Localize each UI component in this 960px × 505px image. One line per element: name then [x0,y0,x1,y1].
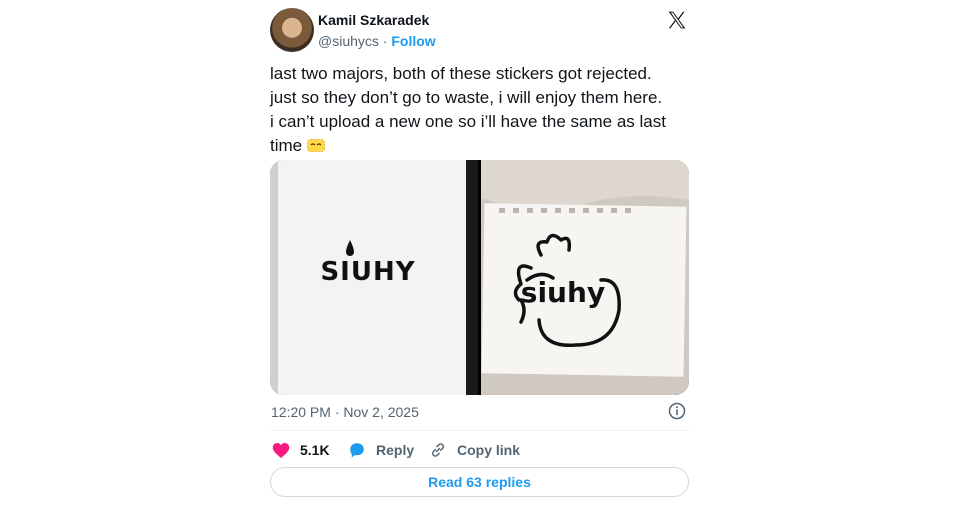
sleepy-eyes-emoji-icon [306,139,325,152]
sticker-photo-right[interactable]: siuhy [481,160,689,395]
tweet-text-line-3: i can’t upload a new one so i’ll have th… [270,112,666,131]
tweet-text-line-4-text: time [270,136,307,155]
copy-link-label: Copy link [457,442,521,458]
author-handle-line: @siuhycs · Follow [318,33,436,49]
sticker-photo-left[interactable]: SIUHY [270,160,478,395]
tweet-card: Kamil Szkaradek @siuhycs · Follow last t… [259,0,701,505]
x-logo-icon[interactable] [667,10,687,30]
follow-button[interactable]: Follow [391,33,435,49]
sticker-right-text: siuhy [521,276,605,309]
like-count: 5.1K [300,442,330,458]
reply-button[interactable]: Reply [348,441,414,459]
handle-separator: · [378,33,392,49]
reply-bubble-icon [350,443,364,458]
tweet-text: last two majors, both of these stickers … [270,62,695,158]
tweet-text-line-2: just so they don’t go to waste, i will e… [270,88,663,107]
divider [270,430,689,431]
avatar[interactable] [270,8,314,52]
link-icon [431,443,445,457]
tweet-text-line-4: time [270,134,695,158]
read-replies-button[interactable]: Read 63 replies [270,467,689,497]
tweet-timestamp[interactable]: 12:20 PM · Nov 2, 2025 [271,404,419,420]
reply-label: Reply [376,442,415,458]
author-handle[interactable]: @siuhycs [318,33,379,49]
tweet-text-line-1: last two majors, both of these stickers … [270,64,652,83]
tweet-media[interactable]: SIUHY siuhy [270,160,689,395]
copy-link-button[interactable]: Copy link [429,441,520,459]
author-name[interactable]: Kamil Szkaradek [318,12,429,28]
heart-icon [272,442,290,458]
like-button[interactable]: 5.1K [272,441,330,459]
sticker-left-text: SIUHY [320,257,415,287]
info-icon[interactable] [668,402,686,420]
